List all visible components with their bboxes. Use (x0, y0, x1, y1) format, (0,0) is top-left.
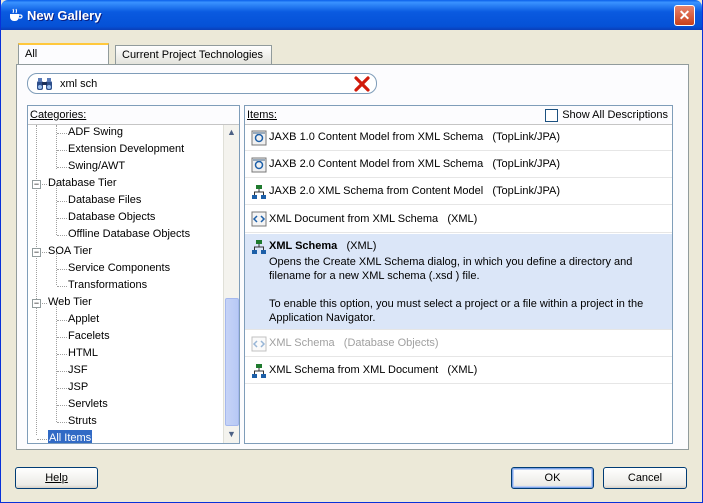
tree-item-web-tier[interactable]: Web Tier (48, 294, 92, 311)
item-row[interactable]: JAXB 2.0 XML Schema from Content Model (… (245, 179, 672, 205)
tree-item-html[interactable]: HTML (68, 345, 98, 362)
window-title: New Gallery (27, 8, 102, 23)
categories-pane: Categories: ADF Swing Extension Developm… (27, 105, 240, 444)
tree-item-servlets[interactable]: Servlets (68, 396, 108, 413)
collapse-icon[interactable]: − (32, 299, 41, 308)
tree-item-database-tier[interactable]: Database Tier (48, 175, 116, 192)
collapse-icon[interactable]: − (32, 248, 41, 257)
tree-item-swing-awt[interactable]: Swing/AWT (68, 158, 125, 175)
show-all-descriptions-checkbox[interactable]: Show All Descriptions (545, 108, 668, 122)
tree-item-transformations[interactable]: Transformations (68, 277, 147, 294)
clear-search-icon[interactable] (354, 76, 370, 92)
tree-item-applet[interactable]: Applet (68, 311, 99, 328)
item-description-note: To enable this option, you must select a… (269, 298, 644, 324)
tree-item-all-items[interactable]: All Items (48, 430, 93, 443)
tree-item-database-objects[interactable]: Database Objects (68, 209, 155, 226)
scroll-up-icon[interactable]: ▲ (225, 125, 238, 139)
help-button[interactable]: Help (15, 467, 98, 489)
xml-schema-icon (252, 240, 266, 254)
tab-all-technologies[interactable]: All Technologies (18, 43, 109, 78)
categories-scrollbar[interactable]: ▲ ▼ (223, 125, 239, 443)
tree-item-jsp[interactable]: JSP (68, 379, 88, 396)
tree-item-database-files[interactable]: Database Files (68, 192, 141, 209)
ok-button[interactable]: OK (511, 467, 594, 489)
tree-item-soa-tier[interactable]: SOA Tier (48, 243, 92, 260)
tree-item-extension-development[interactable]: Extension Development (68, 141, 184, 158)
xml-schema-icon (252, 364, 266, 378)
item-row-disabled: XML Schema (Database Objects) (245, 331, 672, 357)
oracle-cup-icon (10, 8, 23, 21)
new-gallery-dialog: New Gallery ✕ All Technologies Current P… (0, 0, 703, 503)
xml-schema-icon (252, 185, 266, 199)
cancel-button[interactable]: Cancel (603, 467, 687, 489)
item-row-selected[interactable]: XML Schema (XML) Opens the Create XML Sc… (245, 234, 672, 330)
item-row[interactable]: XML Schema from XML Document (XML) (245, 358, 672, 384)
close-button[interactable]: ✕ (674, 5, 695, 26)
tree-item-service-components[interactable]: Service Components (68, 260, 170, 277)
items-header: Items: Show All Descriptions (245, 106, 672, 125)
jaxb-model-icon (251, 157, 267, 173)
close-icon: ✕ (678, 7, 691, 23)
item-description: Opens the Create XML Schema dialog, in w… (269, 256, 633, 282)
tree-item-struts[interactable]: Struts (68, 413, 97, 430)
tree-item-jsf[interactable]: JSF (68, 362, 88, 379)
categories-tree: ADF Swing Extension Development Swing/AW… (28, 125, 223, 443)
item-row[interactable]: JAXB 2.0 Content Model from XML Schema (… (245, 152, 672, 178)
collapse-icon[interactable]: − (32, 180, 41, 189)
tree-item-facelets[interactable]: Facelets (68, 328, 110, 345)
xml-document-icon (251, 211, 267, 227)
title-bar[interactable]: New Gallery ✕ (1, 0, 702, 30)
item-row[interactable]: JAXB 1.0 Content Model from XML Schema (… (245, 125, 672, 151)
jaxb-model-icon (251, 130, 267, 146)
item-row[interactable]: XML Document from XML Schema (XML) (245, 206, 672, 233)
scroll-thumb[interactable] (225, 298, 239, 426)
search-input[interactable] (60, 76, 350, 91)
xml-document-icon (251, 336, 267, 352)
tab-label: Current Project Technologies (122, 49, 264, 61)
search-box (27, 73, 377, 94)
checkbox-box[interactable] (545, 108, 559, 122)
tree-item-adf-swing[interactable]: ADF Swing (68, 125, 123, 141)
items-pane: Items: Show All Descriptions JAXB 1.0 Co… (244, 105, 673, 444)
tab-current-project-technologies[interactable]: Current Project Technologies (115, 45, 272, 64)
categories-header: Categories: (28, 106, 239, 125)
binoculars-icon (37, 78, 52, 90)
tree-item-offline-database-objects[interactable]: Offline Database Objects (68, 226, 190, 243)
scroll-down-icon[interactable]: ▼ (225, 427, 238, 441)
